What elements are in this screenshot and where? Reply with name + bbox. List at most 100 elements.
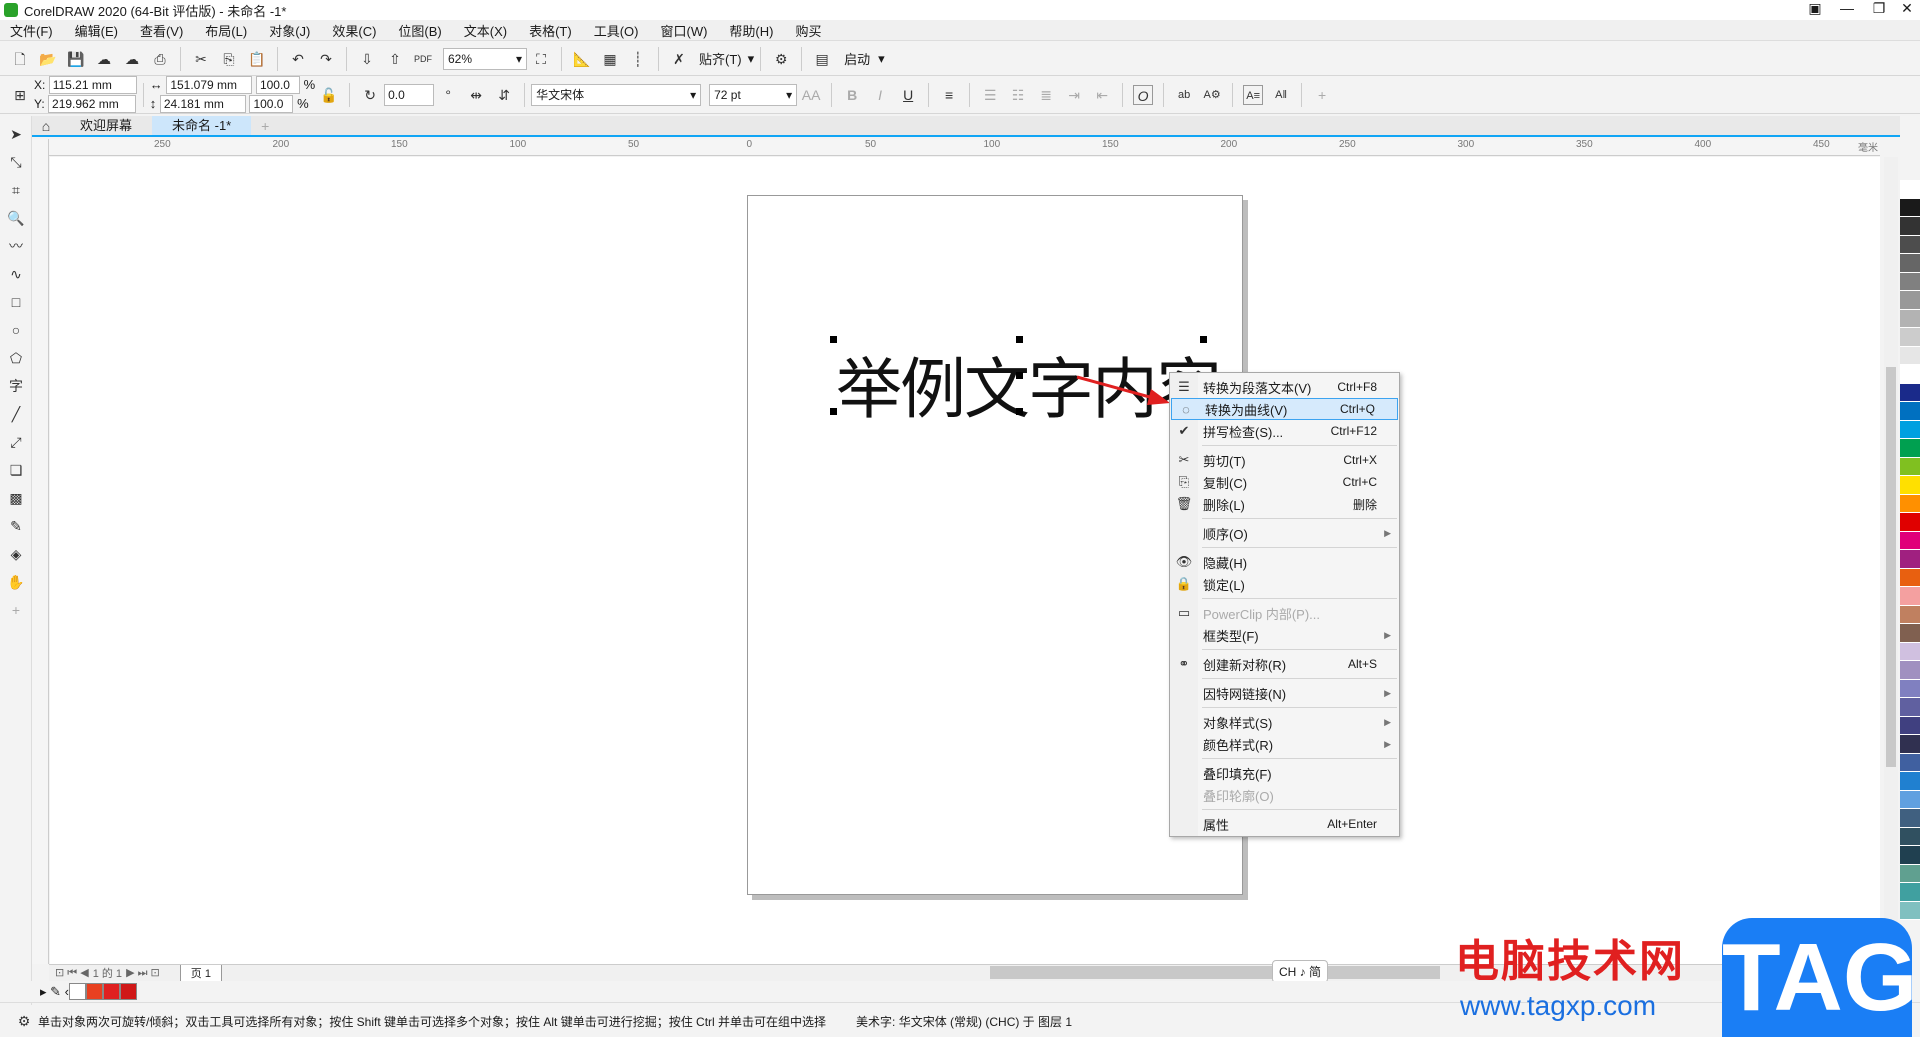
- fill-tool-icon[interactable]: ◈: [6, 544, 26, 564]
- context-menu-item[interactable]: ✂ 剪切(T) Ctrl+X: [1170, 449, 1399, 471]
- context-menu-item[interactable]: 因特网链接(N) ▶: [1170, 682, 1399, 704]
- y-position-field[interactable]: 219.962 mm: [48, 95, 137, 113]
- palette-swatch[interactable]: [1900, 605, 1920, 624]
- palette-swatch[interactable]: [1900, 827, 1920, 846]
- selection-handle[interactable]: [1016, 336, 1023, 343]
- palette-swatch[interactable]: [1900, 513, 1920, 532]
- palette-swatch[interactable]: [1900, 624, 1920, 643]
- palette-swatch[interactable]: [1900, 235, 1920, 254]
- palette-swatch[interactable]: [1900, 346, 1920, 365]
- underline-icon[interactable]: U: [898, 85, 918, 105]
- horizontal-ruler[interactable]: 250 200 150 100 50 0 50 100 150 200 250 300 350 400 45…: [49, 139, 1880, 156]
- decrease-indent-icon[interactable]: ⇤: [1092, 85, 1112, 105]
- restore-button[interactable]: ❐: [1864, 0, 1894, 17]
- export-icon[interactable]: ⇧: [385, 49, 405, 69]
- x-position-field[interactable]: 115.21 mm: [48, 76, 137, 94]
- menu-item-12[interactable]: 购买: [795, 21, 821, 40]
- context-menu-item[interactable]: ⎘ 复制(C) Ctrl+C: [1170, 471, 1399, 493]
- undo-icon[interactable]: ↶: [288, 49, 308, 69]
- palette-swatch[interactable]: [1900, 531, 1920, 550]
- menu-item-11[interactable]: 帮助(H): [729, 21, 773, 40]
- palette-swatch[interactable]: [1900, 198, 1920, 217]
- palette-swatch[interactable]: [1900, 698, 1920, 717]
- scale-width-field[interactable]: 100.0: [255, 76, 300, 94]
- palette-swatch[interactable]: [1900, 457, 1920, 476]
- context-menu-item[interactable]: 顺序(O) ▶: [1170, 522, 1399, 544]
- increase-indent-icon[interactable]: ⇥: [1064, 85, 1084, 105]
- snap-dropdown[interactable]: 贴齐(T): [699, 49, 742, 68]
- context-menu-item[interactable]: 框类型(F) ▶: [1170, 624, 1399, 646]
- minimize-button[interactable]: —: [1832, 0, 1862, 16]
- palette-swatch[interactable]: [1900, 550, 1920, 569]
- dimension-tool-icon[interactable]: ╱: [6, 404, 26, 424]
- context-menu-item[interactable]: ▭ PowerClip 内部(P)...: [1170, 602, 1399, 624]
- rulers-icon[interactable]: 📐: [572, 49, 592, 69]
- bold-icon[interactable]: B: [842, 85, 862, 105]
- save-icon[interactable]: 💾: [66, 49, 86, 69]
- eyedropper-icon[interactable]: ✎: [6, 516, 26, 536]
- palette-swatch[interactable]: [1900, 402, 1920, 421]
- palette-swatch[interactable]: [1900, 753, 1920, 772]
- pdf-icon[interactable]: PDF: [413, 49, 433, 69]
- page-nav-buttons[interactable]: ⊡ ⏮ ◀: [55, 966, 89, 980]
- rectangle-tool-icon[interactable]: □: [6, 292, 26, 312]
- palette-swatch[interactable]: [1900, 291, 1920, 310]
- color-swatch[interactable]: [119, 983, 137, 1000]
- menu-item-9[interactable]: 工具(O): [594, 21, 639, 40]
- gear-icon[interactable]: ⚙: [771, 49, 791, 69]
- palette-swatch[interactable]: [1900, 476, 1920, 495]
- context-menu-item[interactable]: ◌ 转换为曲线(V) Ctrl+Q: [1171, 398, 1398, 420]
- palette-swatch[interactable]: [1900, 309, 1920, 328]
- polygon-tool-icon[interactable]: ⬠: [6, 348, 26, 368]
- font-size-select[interactable]: 72 pt ▾: [709, 83, 798, 106]
- palette-swatch[interactable]: [1900, 439, 1920, 458]
- gear-icon[interactable]: ⚙: [14, 1011, 34, 1031]
- connector-tool-icon[interactable]: ⤢: [6, 432, 26, 452]
- home-icon[interactable]: ⌂: [36, 116, 56, 136]
- artistic-media-icon[interactable]: ∿: [6, 264, 26, 284]
- grid-icon[interactable]: ▦: [600, 49, 620, 69]
- zoom-select[interactable]: 62% ▾: [443, 47, 527, 70]
- palette-swatch[interactable]: [1900, 383, 1920, 402]
- color-swatch[interactable]: [85, 983, 103, 1000]
- palette-swatch[interactable]: [1900, 716, 1920, 735]
- menu-item-0[interactable]: 文件(F): [10, 21, 53, 40]
- palette-swatch[interactable]: [1900, 217, 1920, 236]
- drop-shadow-icon[interactable]: ❏: [6, 460, 26, 480]
- italic-icon[interactable]: I: [870, 85, 890, 105]
- height-field[interactable]: 24.181 mm: [159, 95, 246, 113]
- mirror-horizontal-icon[interactable]: ⇹: [466, 85, 486, 105]
- vertical-text-icon[interactable]: A‖: [1271, 85, 1291, 105]
- redo-icon[interactable]: ↷: [316, 49, 336, 69]
- context-menu-item[interactable]: 叠印轮廓(O): [1170, 784, 1399, 806]
- palette-swatch[interactable]: [1900, 883, 1920, 902]
- mirror-vertical-icon[interactable]: ⇵: [494, 85, 514, 105]
- selection-handle[interactable]: [1016, 408, 1023, 415]
- close-button[interactable]: ✕: [1892, 0, 1920, 17]
- smart-fill-icon[interactable]: ✋: [6, 572, 26, 592]
- ellipse-tool-icon[interactable]: ○: [6, 320, 26, 340]
- tab-untitled[interactable]: 未命名 -1*: [152, 116, 252, 135]
- user-icon[interactable]: ▣: [1800, 0, 1830, 17]
- new-tab-icon[interactable]: +: [255, 116, 275, 136]
- palette-swatch[interactable]: [1900, 735, 1920, 754]
- drop-cap-icon[interactable]: ≣: [1036, 85, 1056, 105]
- new-document-icon[interactable]: 🗋: [10, 49, 30, 69]
- palette-swatch[interactable]: [1900, 568, 1920, 587]
- menu-item-2[interactable]: 查看(V): [140, 21, 183, 40]
- menu-item-7[interactable]: 文本(X): [464, 21, 507, 40]
- cut-icon[interactable]: ✂: [191, 49, 211, 69]
- scale-height-field[interactable]: 100.0: [249, 95, 294, 113]
- menu-item-5[interactable]: 效果(C): [332, 21, 376, 40]
- add-tool-icon[interactable]: +: [6, 600, 26, 620]
- open-icon[interactable]: 📂: [38, 49, 58, 69]
- palette-swatch[interactable]: [1900, 679, 1920, 698]
- text-tool-icon[interactable]: 字: [6, 376, 26, 396]
- import-icon[interactable]: ⇩: [357, 49, 377, 69]
- transparency-icon[interactable]: ▩: [6, 488, 26, 508]
- vertical-ruler[interactable]: [32, 139, 49, 964]
- selection-handle[interactable]: [830, 336, 837, 343]
- page-tab[interactable]: 页 1: [179, 964, 222, 982]
- palette-swatch[interactable]: [1900, 642, 1920, 661]
- edit-text-icon[interactable]: ab: [1174, 85, 1194, 105]
